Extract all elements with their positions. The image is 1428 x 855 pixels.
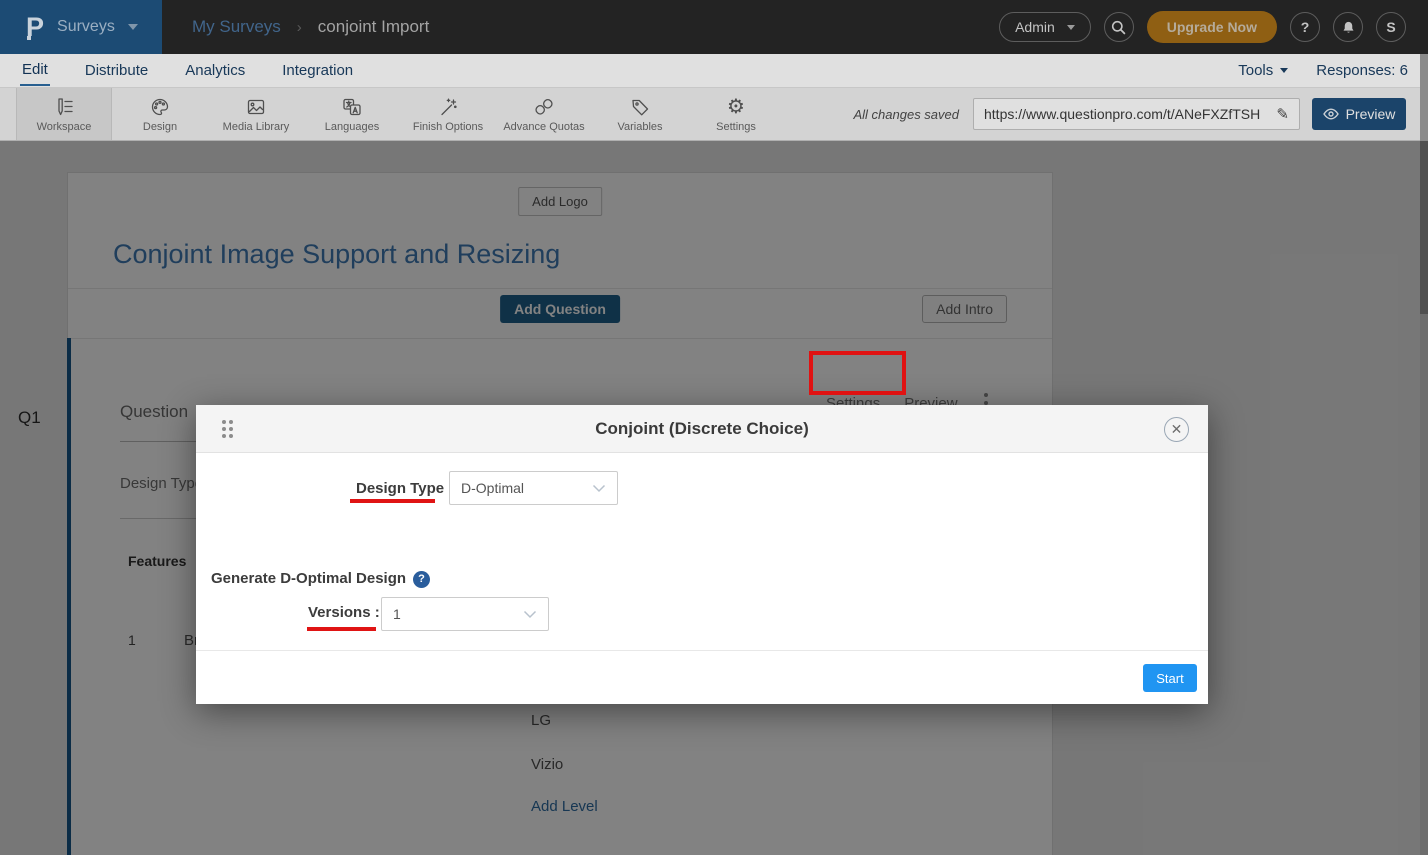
generate-design-section-title: Generate D-Optimal Design? [211, 570, 430, 588]
modal-title: Conjoint (Discrete Choice) [196, 419, 1208, 439]
chevron-down-icon [523, 610, 537, 619]
versions-underline-annotation [307, 627, 376, 631]
breadcrumb-current: conjoint Import [318, 17, 430, 37]
app-root: P Surveys My Surveys › conjoint Import A… [0, 0, 1428, 855]
upgrade-now-button[interactable]: Upgrade Now [1147, 11, 1277, 43]
chevron-down-icon [592, 484, 606, 493]
admin-dropdown[interactable]: Admin [999, 12, 1091, 42]
avatar-initial: S [1386, 19, 1395, 35]
breadcrumb-my-surveys[interactable]: My Surveys [192, 17, 281, 37]
versions-select[interactable]: 1 [381, 597, 549, 631]
chevron-down-icon [1067, 25, 1075, 30]
topbar: P Surveys My Surveys › conjoint Import A… [0, 0, 1428, 54]
close-icon: ✕ [1171, 421, 1183, 438]
chevron-down-icon [128, 24, 138, 30]
close-button[interactable]: ✕ [1164, 417, 1189, 442]
admin-label: Admin [1015, 19, 1055, 35]
search-icon [1111, 20, 1126, 35]
question-mark-icon: ? [1301, 19, 1310, 35]
account-avatar[interactable]: S [1376, 12, 1406, 42]
notifications-button[interactable] [1333, 12, 1363, 42]
help-button[interactable]: ? [1290, 12, 1320, 42]
help-icon[interactable]: ? [413, 571, 430, 588]
settings-highlight-annotation [809, 351, 906, 395]
questionpro-logo-icon: P [26, 14, 44, 41]
versions-value: 1 [393, 606, 401, 622]
versions-label: Versions : [308, 604, 380, 621]
topbar-actions: Admin Upgrade Now ? S [999, 11, 1406, 43]
generate-design-title-text: Generate D-Optimal Design [211, 570, 406, 587]
breadcrumb-separator-icon: › [297, 19, 302, 36]
bell-icon [1341, 20, 1356, 35]
design-type-value: D-Optimal [461, 480, 524, 496]
product-name: Surveys [57, 18, 115, 36]
product-switcher[interactable]: P Surveys [0, 0, 162, 54]
design-type-label: Design Type [356, 480, 444, 497]
modal-footer-divider [196, 650, 1208, 651]
search-button[interactable] [1104, 12, 1134, 42]
start-button[interactable]: Start [1143, 664, 1197, 692]
conjoint-settings-modal: Conjoint (Discrete Choice) ✕ Design Type… [196, 405, 1208, 704]
design-type-underline-annotation [350, 499, 435, 503]
breadcrumb: My Surveys › conjoint Import [192, 17, 429, 37]
design-type-select[interactable]: D-Optimal [449, 471, 618, 505]
modal-header: Conjoint (Discrete Choice) ✕ [196, 405, 1208, 453]
